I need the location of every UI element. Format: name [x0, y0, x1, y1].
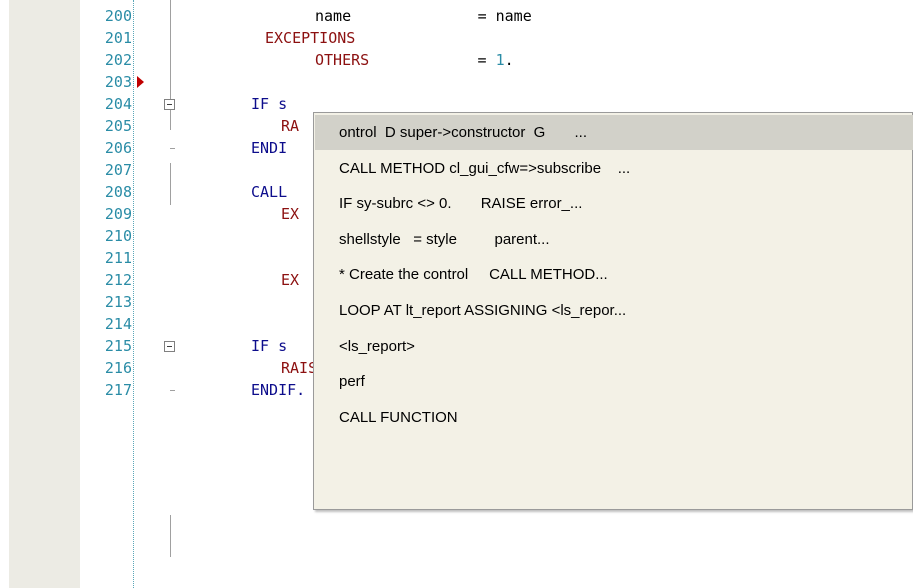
code-text: EX: [281, 271, 299, 289]
code-token-keyword: EXCEPTIONS: [265, 29, 356, 47]
code-token-keyword: CALL: [251, 183, 288, 201]
line-number: 202: [104, 51, 132, 69]
autocomplete-item-selected[interactable]: ontrol D super->constructor G ...: [315, 115, 913, 150]
code-text: ENDIF.: [251, 381, 305, 399]
fold-collapse-icon[interactable]: [164, 341, 175, 352]
line-number: 204: [104, 95, 132, 113]
fold-collapse-icon[interactable]: [164, 99, 175, 110]
code-text: name = name: [315, 7, 532, 25]
code-token: .: [504, 51, 514, 69]
line-number: 206: [104, 139, 132, 157]
line-number: 212: [104, 271, 132, 289]
fold-guide-line: [170, 515, 171, 557]
code-text: CALL: [251, 183, 287, 201]
code-token-keyword: 1: [495, 51, 505, 69]
current-line-marker-icon: [137, 76, 144, 88]
line-number: 201: [104, 29, 132, 47]
line-number: 207: [104, 161, 132, 179]
fold-end-mark: [170, 148, 175, 149]
code-token: name: [315, 7, 478, 25]
code-token-keyword: ENDIF.: [251, 381, 306, 399]
autocomplete-item[interactable]: * Create the control CALL METHOD...: [315, 257, 913, 292]
line-number: 213: [104, 293, 132, 311]
code-token-keyword: IF s: [251, 95, 288, 113]
code-text: RA: [281, 117, 299, 135]
autocomplete-item[interactable]: CALL FUNCTION: [315, 400, 913, 435]
line-number: 203: [104, 73, 132, 91]
code-line[interactable]: 200 name = name: [0, 5, 913, 27]
code-text: EXCEPTIONS: [265, 29, 355, 47]
autocomplete-item[interactable]: <ls_report>: [315, 329, 913, 364]
fold-end-mark: [170, 390, 175, 391]
line-number: 208: [104, 183, 132, 201]
autocomplete-item[interactable]: IF sy-subrc <> 0. RAISE error_...: [315, 186, 913, 221]
code-text: IF s: [251, 337, 287, 355]
code-token-keyword: ENDI: [251, 139, 288, 157]
code-line[interactable]: 201 EXCEPTIONS: [0, 27, 913, 49]
code-token-keyword: IF s: [251, 337, 288, 355]
code-text: IF s: [251, 95, 287, 113]
line-number: 200: [104, 7, 132, 25]
code-token: = name: [477, 7, 532, 25]
line-number: 215: [104, 337, 132, 355]
code-token-keyword: EX: [281, 205, 300, 223]
line-number: 209: [104, 205, 132, 223]
line-number: 216: [104, 359, 132, 377]
code-token-keyword: RA: [281, 117, 300, 135]
autocomplete-item[interactable]: perf: [315, 364, 913, 399]
code-line[interactable]: 202 OTHERS = 1.: [0, 49, 913, 71]
code-token-keyword: EX: [281, 271, 300, 289]
autocomplete-popup[interactable]: ontrol D super->constructor G ... CALL ME…: [313, 112, 913, 510]
autocomplete-item[interactable]: shellstyle = style parent...: [315, 222, 913, 257]
code-token: =: [369, 51, 496, 69]
line-number: 211: [104, 249, 132, 267]
autocomplete-item[interactable]: LOOP AT lt_report ASSIGNING <ls_repor...: [315, 293, 913, 328]
code-text: ENDI: [251, 139, 287, 157]
code-token-keyword: OTHERS: [315, 51, 370, 69]
line-number: 205: [104, 117, 132, 135]
code-text: OTHERS = 1.: [315, 51, 514, 69]
code-text: EX: [281, 205, 299, 223]
line-number: 217: [104, 381, 132, 399]
line-number: 210: [104, 227, 132, 245]
line-number: 214: [104, 315, 132, 333]
autocomplete-item[interactable]: CALL METHOD cl_gui_cfw=>subscribe ...: [315, 151, 913, 186]
